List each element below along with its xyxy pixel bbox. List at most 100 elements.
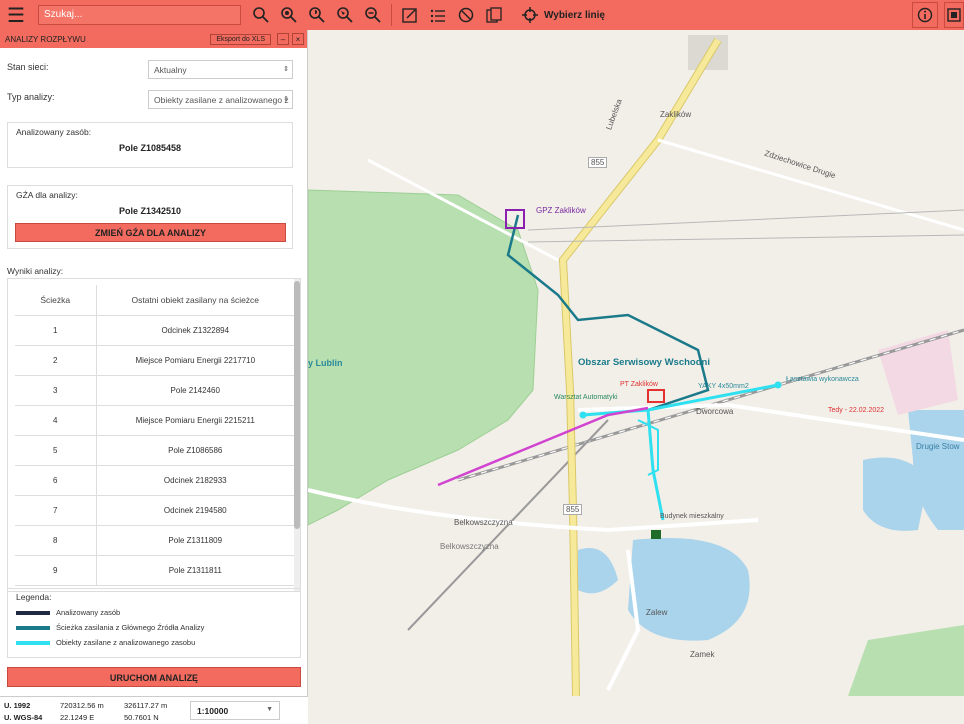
top-toolbar: ☰ Szukaj... Wybierz linię xyxy=(0,0,964,30)
panel-header: ANALIZY ROZPŁYWU Eksport do XLS – × xyxy=(0,30,307,48)
building-marker xyxy=(651,530,661,539)
table-row[interactable]: 7 Odcinek 2194580 xyxy=(15,495,294,526)
table-row[interactable]: 8 Pole Z1311809 xyxy=(15,525,294,556)
row-object: Pole Z1311811 xyxy=(96,555,294,586)
row-object: Miejsce Pomiaru Energii 2217710 xyxy=(96,345,294,376)
coordinates-status-bar: U. 1992 720312.56 m 326117.27 m U. WGS-8… xyxy=(0,696,308,724)
table-row[interactable]: 6 Odcinek 2182933 xyxy=(15,465,294,496)
header-path: Ścieżka xyxy=(15,285,97,316)
row-path: 9 xyxy=(15,555,97,586)
map-label-service-area: Obszar Serwisowy Wschodni xyxy=(578,357,710,368)
table-row[interactable]: 9 Pole Z1311811 xyxy=(15,555,294,586)
export-xls-button[interactable]: Eksport do XLS xyxy=(210,33,271,45)
map-label-road-855-north: 855 xyxy=(588,157,608,168)
map-label-belkowszczyzna-road: Belkowszczyzna xyxy=(454,518,513,527)
map-label-drugie: Drugie Stow xyxy=(916,442,960,451)
gza-value: Pole Z1342510 xyxy=(118,206,182,216)
map-layers-icon[interactable] xyxy=(944,2,964,28)
legend-title: Legenda: xyxy=(16,592,52,602)
forest-area xyxy=(308,190,538,525)
zoom-pin-icon[interactable] xyxy=(303,0,331,30)
checklist-icon[interactable] xyxy=(424,0,452,30)
row-path: 6 xyxy=(15,465,97,496)
pond-west xyxy=(578,548,618,594)
analysis-type-select[interactable]: Obiekty zasilane z analizowanego z ⇕ xyxy=(148,90,293,109)
table-row[interactable]: 4 Miejsce Pomiaru Energii 2215211 xyxy=(15,405,294,436)
analyzed-asset-label: Analizowany zasób: xyxy=(16,127,92,137)
map-label-pt-zaklikow: PT Zaklików xyxy=(620,381,658,388)
info-icon[interactable] xyxy=(912,2,938,28)
road-belkowszczyzna xyxy=(308,488,759,533)
run-analysis-button[interactable]: URUCHOM ANALIZĘ xyxy=(7,667,301,687)
map-label-belkowszczyzna: Belkowszczyzna xyxy=(440,542,499,551)
select-line-button[interactable]: Wybierz linię xyxy=(522,7,605,23)
table-row[interactable]: 1 Odcinek Z1322894 xyxy=(15,315,294,346)
map-label-budynek: Budynek mieszkalny xyxy=(660,513,724,520)
legend-box: Legenda: Analizowany zasób Ścieżka zasil… xyxy=(7,588,301,658)
row-path: 8 xyxy=(15,525,97,556)
map-view[interactable]: GPZ Zaklików Obszar Serwisowy Wschodni y… xyxy=(308,30,964,696)
network-state-select[interactable]: Aktualny ⇕ xyxy=(148,60,293,79)
u1992-y: 326117.27 m xyxy=(124,701,168,710)
row-path: 3 xyxy=(15,375,97,406)
zoom-cursor-icon[interactable] xyxy=(331,0,359,30)
network-state-value: Aktualny xyxy=(154,65,187,75)
row-object: Pole Z1311809 xyxy=(96,525,294,556)
hamburger-menu-icon[interactable]: ☰ xyxy=(0,0,32,30)
documents-icon[interactable] xyxy=(480,0,508,30)
network-state-label: Stan sieci: xyxy=(7,62,49,72)
map-label-dworcowa: Dworcowa xyxy=(696,407,734,416)
table-header-row: Ścieżka Ostatni obiekt zasilany na ścież… xyxy=(15,285,294,316)
map-label-warsztat: Warsztat Automatyki xyxy=(554,394,618,401)
legend-swatch xyxy=(16,640,50,645)
zoom-location-icon[interactable] xyxy=(275,0,303,30)
row-object: Pole Z1086586 xyxy=(96,435,294,466)
legend-item-analyzed: Analizowany zasób xyxy=(16,608,120,617)
map-label-yaky: YAKY 4x50mm2 xyxy=(698,383,749,390)
results-scroll-thumb[interactable] xyxy=(294,281,300,529)
search-input[interactable]: Szukaj... xyxy=(38,5,241,25)
supply-path xyxy=(506,214,710,412)
table-row[interactable]: 3 Pole 2142460 xyxy=(15,375,294,406)
table-row[interactable]: 2 Miejsce Pomiaru Energii 2217710 xyxy=(15,345,294,376)
map-label-zalew: Zalew xyxy=(646,608,668,617)
scale-select[interactable]: 1:10000 ▼ xyxy=(190,701,280,720)
results-label: Wyniki analizy: xyxy=(7,266,64,276)
row-object: Odcinek 2194580 xyxy=(96,495,294,526)
legend-swatch xyxy=(16,625,50,630)
header-last-object: Ostatni obiekt zasilany na ścieżce xyxy=(96,285,294,316)
u1992-label: U. 1992 xyxy=(4,701,31,710)
edit-note-icon[interactable] xyxy=(396,0,424,30)
wgs-lon: 22.1249 E xyxy=(60,713,95,722)
wgs-lat: 50.7601 N xyxy=(124,713,159,722)
map-label-przedsiebiorstwo: Łasztawia wykonawcza xyxy=(786,376,859,383)
zoom-out-icon[interactable] xyxy=(359,0,387,30)
analyzed-asset-value: Pole Z1085458 xyxy=(118,143,182,153)
results-table-container[interactable]: Ścieżka Ostatni obiekt zasilany na ścież… xyxy=(7,278,301,592)
power-line-2 xyxy=(527,234,964,243)
legend-item-fed-objects: Obiekty zasilane z analizowanego zasobu xyxy=(16,638,195,647)
lake-zalew xyxy=(628,538,750,641)
results-scrollbar[interactable] xyxy=(294,279,300,591)
cancel-icon[interactable] xyxy=(452,0,480,30)
close-button[interactable]: × xyxy=(292,33,304,45)
row-object: Odcinek Z1322894 xyxy=(96,315,294,346)
map-label-road-855-south: 855 xyxy=(563,504,583,515)
flow-analysis-panel: ANALIZY ROZPŁYWU Eksport do XLS – × Stan… xyxy=(0,30,308,696)
legend-item-supply-path: Ścieżka zasilania z Głównego Źródła Anal… xyxy=(16,623,204,632)
row-path: 2 xyxy=(15,345,97,376)
change-gza-button[interactable]: ZMIEŃ GŹA DLA ANALIZY xyxy=(15,223,286,242)
toolbar-divider xyxy=(391,4,392,26)
gza-label: GŹA dla analizy: xyxy=(16,190,78,200)
row-object: Miejsce Pomiaru Energii 2215211 xyxy=(96,405,294,436)
fed-node-west xyxy=(579,411,587,419)
table-row[interactable]: 5 Pole Z1086586 xyxy=(15,435,294,466)
search-icon[interactable] xyxy=(247,0,275,30)
minimize-button[interactable]: – xyxy=(277,33,289,45)
select-arrow-icon: ⇕ xyxy=(283,96,289,103)
chevron-down-icon: ▼ xyxy=(266,706,273,713)
fed-node-east xyxy=(774,381,782,389)
map-label-lublin: y Lublin xyxy=(308,358,343,368)
map-label-zamek: Zamek xyxy=(690,650,715,659)
road-east xyxy=(657,138,964,232)
